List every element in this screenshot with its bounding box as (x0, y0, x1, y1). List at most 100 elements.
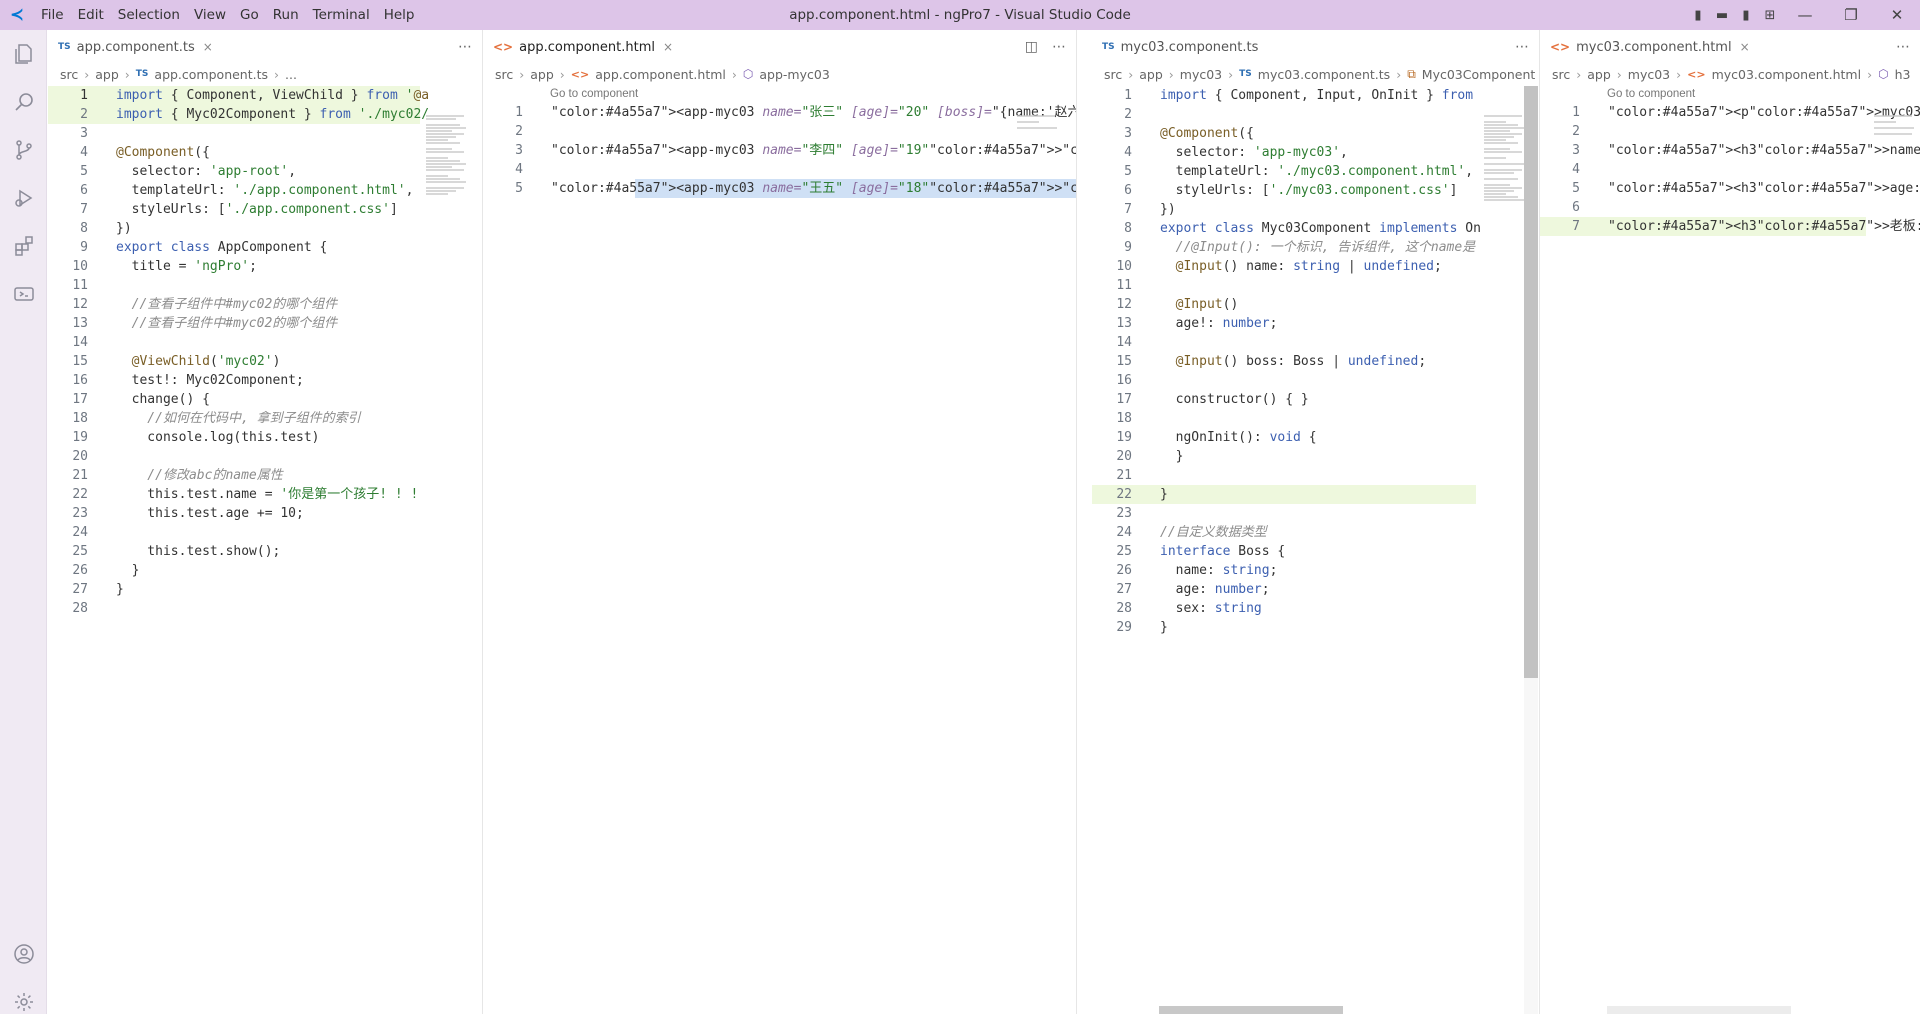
close-tab-icon[interactable]: × (203, 40, 213, 54)
code-line[interactable]: 17 constructor() { } (1092, 390, 1476, 409)
minimize-icon[interactable]: — (1782, 6, 1828, 24)
menu-view[interactable]: View (187, 0, 233, 30)
breadcrumb-item[interactable]: myc03.component.html (1712, 67, 1862, 82)
code-line[interactable]: 28 (48, 599, 420, 618)
more-actions-icon[interactable]: ⋯ (1515, 39, 1529, 55)
code-line[interactable]: 1 import { Component, Input, OnInit } fro… (1092, 86, 1476, 105)
more-actions-icon[interactable]: ⋯ (1052, 39, 1066, 55)
code-line[interactable]: 25 interface Boss { (1092, 542, 1476, 561)
code-line[interactable]: 8}) (48, 219, 420, 238)
code-line[interactable]: 5 selector: 'app-root', (48, 162, 420, 181)
search-icon[interactable] (0, 78, 47, 126)
code-line[interactable]: 5 "color:#4a55a7"><app-myc03 name="王五" [a… (483, 179, 1076, 198)
split-editor-icon[interactable]: ◫ (1025, 39, 1038, 55)
code-line[interactable]: 18 //如何在代码中, 拿到子组件的索引 (48, 409, 420, 428)
code-line[interactable]: 4 selector: 'app-myc03', (1092, 143, 1476, 162)
breadcrumb-item[interactable]: src (1104, 67, 1122, 82)
vertical-scrollbar[interactable] (1524, 86, 1538, 1014)
restore-icon[interactable]: ❐ (1828, 6, 1874, 24)
minimap[interactable] (1874, 114, 1916, 214)
code-line[interactable]: 20 } (1092, 447, 1476, 466)
code-editor[interactable]: 1 import { Component, Input, OnInit } fro… (1092, 86, 1481, 637)
code-line[interactable]: 8 export class Myc03Component implements … (1092, 219, 1481, 238)
breadcrumb-item[interactable]: app (95, 67, 119, 82)
code-line[interactable]: 4 (483, 160, 1013, 179)
code-line[interactable]: 27} (48, 580, 420, 599)
breadcrumb-item[interactable]: app.component.html (595, 67, 726, 82)
code-line[interactable]: 22} (1092, 485, 1476, 504)
breadcrumb-item[interactable]: app (1139, 67, 1163, 82)
minimap[interactable] (1484, 114, 1526, 214)
code-line[interactable]: 16 (1092, 371, 1476, 390)
code-line[interactable]: 27 age: number; (1092, 580, 1476, 599)
code-line[interactable]: 3 "color:#4a55a7"><app-myc03 name="李四" [a… (483, 141, 1076, 160)
code-line[interactable]: 1 "color:#4a55a7"><app-myc03 name="张三" [a… (483, 103, 1076, 122)
code-line[interactable]: 20 (48, 447, 420, 466)
toggle-secondary-sidebar-icon[interactable]: ▮ (1734, 8, 1758, 23)
code-editor[interactable]: 1 "color:#4a55a7"><app-myc03 name="张三" [a… (483, 103, 1076, 198)
run-debug-icon[interactable] (0, 174, 47, 222)
code-line[interactable]: 29} (1092, 618, 1476, 637)
toggle-primary-sidebar-icon[interactable]: ▮ (1686, 8, 1710, 23)
code-editor[interactable]: 1 import { Component, ViewChild } from '@… (48, 86, 429, 618)
code-line[interactable]: 18 (1092, 409, 1476, 428)
minimap[interactable] (1017, 114, 1059, 214)
source-control-icon[interactable] (0, 126, 47, 174)
close-window-icon[interactable]: ✕ (1874, 6, 1920, 24)
breadcrumb-item[interactable]: myc03 (1628, 67, 1670, 82)
code-line[interactable]: 9 //@Input(): 一个标识, 告诉组件, 这个name是 (1092, 238, 1476, 257)
toggle-panel-icon[interactable]: ▬ (1710, 8, 1734, 23)
breadcrumb-item[interactable]: src (60, 67, 78, 82)
code-line[interactable]: 22 this.test.name = '你是第一个孩子! ! ! (48, 485, 420, 504)
code-line[interactable]: 19 console.log(this.test) (48, 428, 420, 447)
breadcrumb-item[interactable]: Myc03Component (1422, 67, 1536, 82)
more-actions-icon[interactable]: ⋯ (458, 39, 472, 55)
code-line[interactable]: 24 (48, 523, 420, 542)
code-line[interactable]: 13 age!: number; (1092, 314, 1476, 333)
code-line[interactable]: 14 (48, 333, 420, 352)
code-line[interactable]: 10 @Input() name: string | undefined; (1092, 257, 1476, 276)
code-line[interactable]: 2 (1540, 122, 1866, 141)
menu-edit[interactable]: Edit (71, 0, 111, 30)
menu-run[interactable]: Run (266, 0, 306, 30)
breadcrumb-item[interactable]: ... (285, 67, 297, 82)
explorer-icon[interactable] (0, 30, 47, 78)
code-line[interactable]: 3 "color:#4a55a7"><h3"color:#4a55a7">>nam… (1540, 141, 1920, 160)
scrollbar-thumb[interactable] (1524, 86, 1538, 678)
breadcrumb-item[interactable]: app.component.ts (154, 67, 268, 82)
code-line[interactable]: 3 (48, 124, 420, 143)
code-line[interactable]: 12 @Input() (1092, 295, 1476, 314)
code-line[interactable]: 2 (483, 122, 1013, 141)
code-line[interactable]: 14 (1092, 333, 1476, 352)
breadcrumb-item[interactable]: myc03.component.ts (1258, 67, 1390, 82)
code-line[interactable]: 1 import { Component, ViewChild } from '@… (48, 86, 429, 105)
breadcrumb-item[interactable]: app-myc03 (759, 67, 829, 82)
code-line[interactable]: 2 import { Myc02Component } from './myc02… (48, 105, 429, 124)
code-line[interactable]: 9 export class AppComponent { (48, 238, 420, 257)
customize-layout-icon[interactable]: ⊞ (1758, 8, 1782, 23)
code-line[interactable]: 16 test!: Myc02Component; (48, 371, 420, 390)
horizontal-scrollbar-thumb[interactable] (1607, 1006, 1791, 1014)
code-line[interactable]: 11 (1092, 276, 1476, 295)
tab-app-component-html[interactable]: <> app.component.html × (483, 30, 683, 64)
tab-app-component-ts[interactable]: TS app.component.ts × (48, 30, 223, 64)
code-line[interactable]: 21 //修改abc的name属性 (48, 466, 420, 485)
menu-file[interactable]: File (34, 0, 71, 30)
code-line[interactable]: 24 //自定义数据类型 (1092, 523, 1476, 542)
menu-help[interactable]: Help (377, 0, 422, 30)
go-to-component-hint[interactable]: Go to component (550, 88, 638, 100)
code-editor[interactable]: 1 "color:#4a55a7"><p"color:#4a55a7">>myc0… (1540, 103, 1920, 236)
close-tab-icon[interactable]: × (1740, 40, 1750, 54)
code-line[interactable]: 5 templateUrl: './myc03.component.html', (1092, 162, 1476, 181)
code-line[interactable]: 11 (48, 276, 420, 295)
code-line[interactable]: 19 ngOnInit(): void { (1092, 428, 1476, 447)
menu-go[interactable]: Go (233, 0, 266, 30)
code-line[interactable]: 2 (1092, 105, 1476, 124)
code-line[interactable]: 6 styleUrls: ['./myc03.component.css'] (1092, 181, 1476, 200)
code-line[interactable]: 6 (1540, 198, 1866, 217)
horizontal-scrollbar-thumb[interactable] (1159, 1006, 1343, 1014)
code-line[interactable]: 6 templateUrl: './app.component.html', (48, 181, 420, 200)
code-line[interactable]: 17 change() { (48, 390, 420, 409)
code-line[interactable]: 7 "color:#4a55a7"><h3"color:#4a55a7">>老板:… (1540, 217, 1920, 236)
extensions-icon[interactable] (0, 222, 47, 270)
